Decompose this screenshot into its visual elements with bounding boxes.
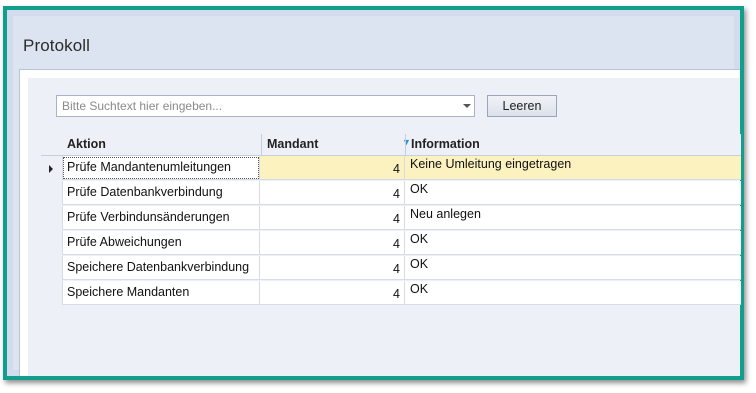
cell-aktion[interactable]: Prüfe Abweichungen xyxy=(62,231,260,255)
cell-mandant[interactable]: 4 xyxy=(260,156,405,180)
window-title: Protokoll xyxy=(23,36,91,55)
table-row[interactable]: Prüfe Mandantenumleitungen 4 Keine Umlei… xyxy=(41,156,741,181)
row-indicator xyxy=(41,156,61,181)
table-row[interactable]: Speichere Datenbankverbindung 4 OK xyxy=(41,256,741,281)
table-row[interactable]: Prüfe Verbindunsänderungen 4 Neu anlegen xyxy=(41,206,741,231)
header-divider xyxy=(405,134,406,155)
row-indicator xyxy=(41,206,61,231)
row-indicator xyxy=(41,231,61,256)
header-divider xyxy=(261,134,262,155)
cell-mandant[interactable]: 4 xyxy=(260,256,405,280)
cell-aktion[interactable]: Speichere Mandanten xyxy=(62,281,260,305)
cell-mandant[interactable]: 4 xyxy=(260,281,405,305)
cell-information[interactable]: OK xyxy=(405,231,741,255)
cell-aktion[interactable]: Prüfe Verbindunsänderungen xyxy=(62,206,260,230)
table-row[interactable]: Speichere Mandanten 4 OK xyxy=(41,281,741,306)
clear-button[interactable]: Leeren xyxy=(487,95,557,117)
cell-mandant[interactable]: 4 xyxy=(260,206,405,230)
row-indicator-icon xyxy=(49,165,53,173)
cell-information[interactable]: Neu anlegen xyxy=(405,206,741,230)
search-input[interactable] xyxy=(57,96,458,116)
row-indicator xyxy=(41,256,61,281)
column-header-mandant[interactable]: Mandant xyxy=(267,134,397,155)
cell-information[interactable]: Keine Umleitung eingetragen xyxy=(405,156,741,180)
cell-mandant[interactable]: 4 xyxy=(260,231,405,255)
cell-mandant[interactable]: 4 xyxy=(260,181,405,205)
cell-aktion[interactable]: Prüfe Mandantenumleitungen xyxy=(62,156,260,180)
grid-header: Aktion Mandant ▼ Information xyxy=(41,134,741,156)
cell-aktion[interactable]: Speichere Datenbankverbindung xyxy=(62,256,260,280)
search-box[interactable] xyxy=(56,95,475,117)
cell-information[interactable]: OK xyxy=(405,256,741,280)
cell-aktion[interactable]: Prüfe Datenbankverbindung xyxy=(62,181,260,205)
column-header-aktion[interactable]: Aktion xyxy=(67,134,257,155)
table-row[interactable]: Prüfe Abweichungen 4 OK xyxy=(41,231,741,256)
column-header-information[interactable]: Information xyxy=(411,134,711,155)
filter-icon[interactable]: ▼ xyxy=(402,138,411,147)
cell-information[interactable]: OK xyxy=(405,181,741,205)
row-indicator xyxy=(41,181,61,206)
table-row[interactable]: Prüfe Datenbankverbindung 4 OK xyxy=(41,181,741,206)
row-indicator xyxy=(41,281,61,306)
cell-information[interactable]: OK xyxy=(405,281,741,305)
dropdown-arrow-icon[interactable] xyxy=(463,104,471,108)
results-grid: Aktion Mandant ▼ Information Prüfe Manda… xyxy=(41,134,741,374)
